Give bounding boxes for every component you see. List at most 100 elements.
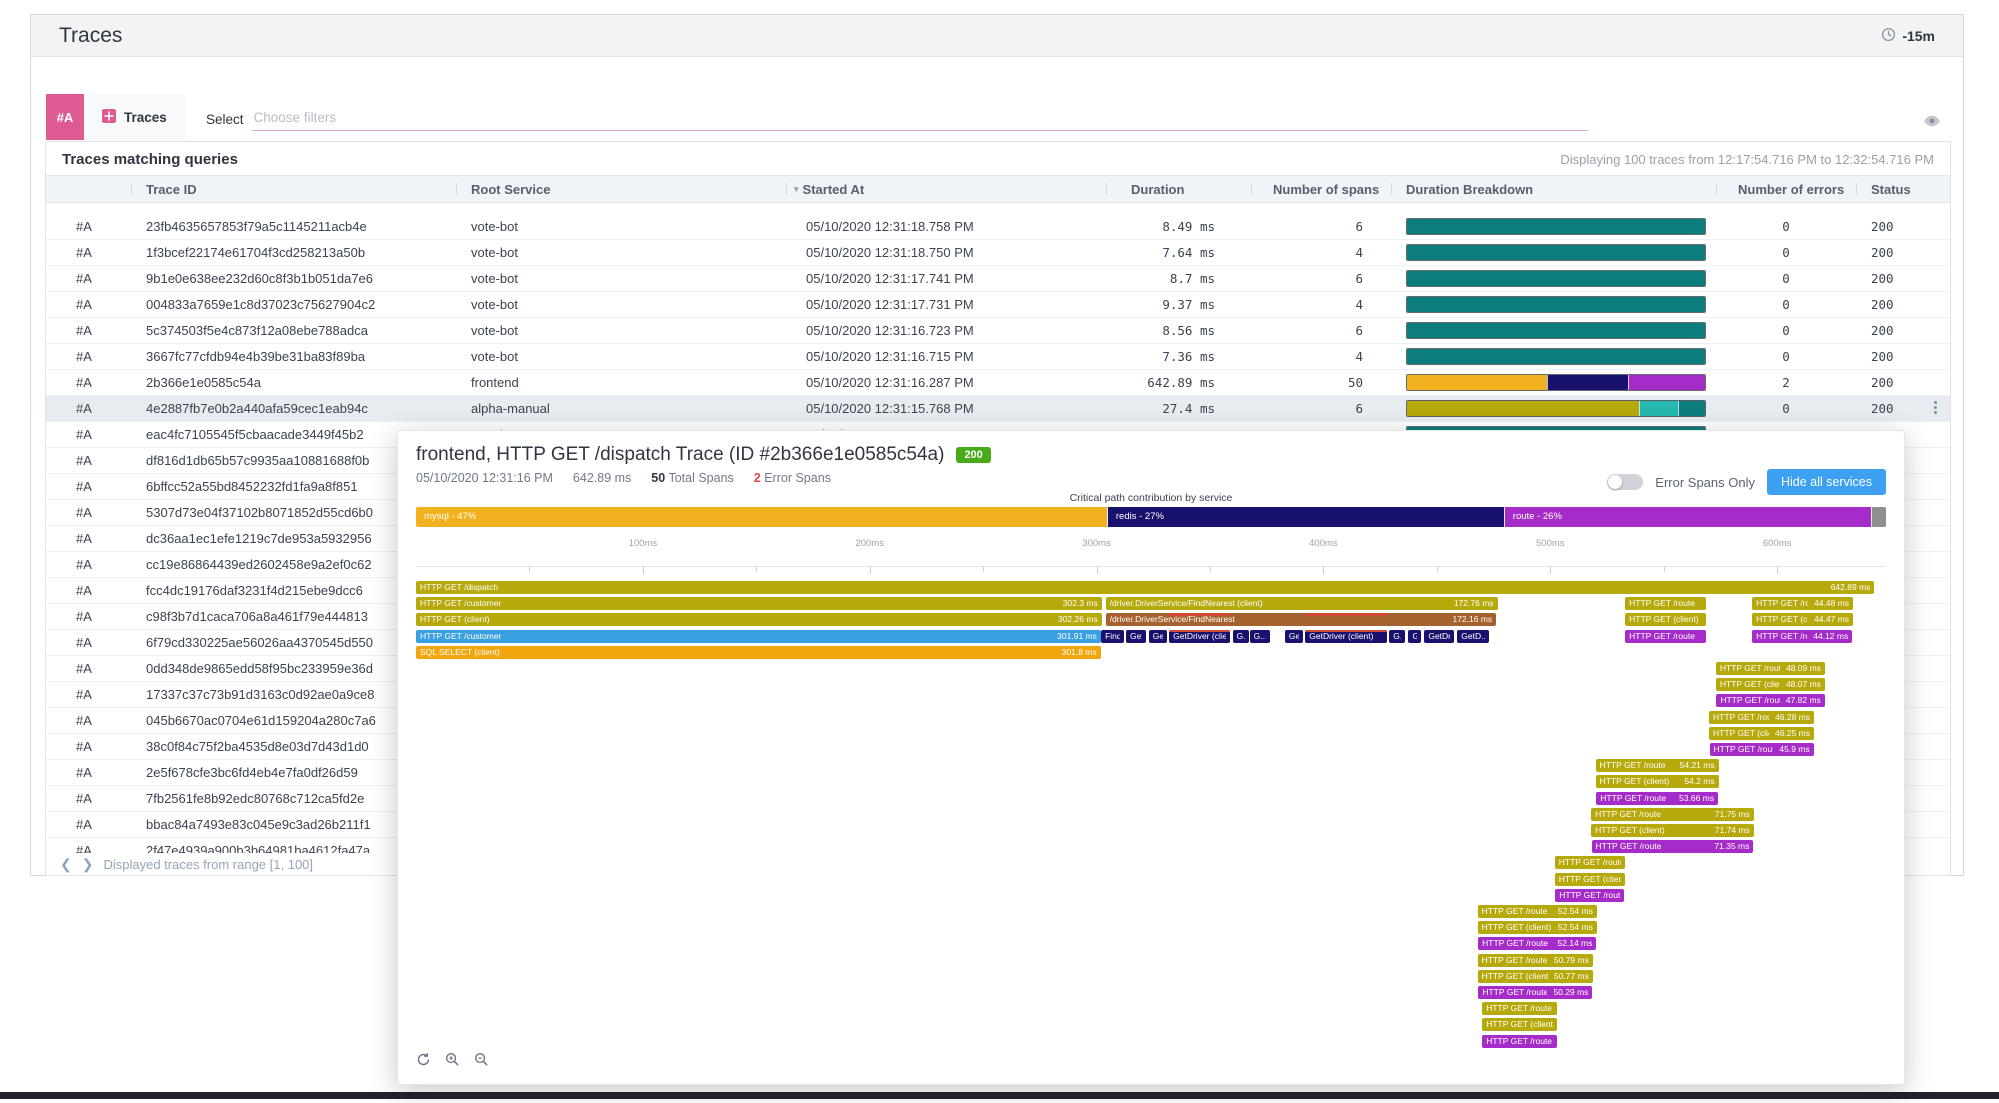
table-row[interactable]: #A3667fc77cfdb94e4b39be31ba83f89bavote-b… — [46, 344, 1950, 370]
root-service-cell: vote-bot — [456, 323, 786, 338]
table-row[interactable]: #A9b1e0e638ee232d60c8f3b1b051da7e6vote-b… — [46, 266, 1950, 292]
trace-span-bar[interactable]: HTTP GET /route44.48 ms — [1752, 597, 1853, 610]
query-badge[interactable]: #A — [46, 94, 84, 140]
trace-span-bar[interactable]: G... — [1408, 630, 1420, 643]
error-spans-toggle[interactable] — [1607, 474, 1643, 490]
prev-page-icon[interactable]: ❮ — [60, 857, 72, 871]
trace-span-bar[interactable]: G... — [1389, 630, 1405, 643]
breakdown-cell — [1391, 374, 1716, 391]
trace-span-bar[interactable]: /driver.DriverService/FindNearest (clien… — [1106, 597, 1498, 610]
trace-span-bar[interactable]: HTTP GET /route46.28 ms — [1709, 711, 1814, 724]
next-page-icon[interactable]: ❯ — [82, 857, 94, 871]
root-service-cell: vote-bot — [456, 297, 786, 312]
page-title: Traces — [59, 24, 122, 48]
breakdown-segment — [1547, 375, 1627, 390]
col-status[interactable]: Status — [1856, 176, 1950, 202]
trace-span-bar[interactable]: HTTP GET (client)46.25 ms — [1709, 727, 1814, 740]
trace-span-bar[interactable]: HTTP GET (client) — [1555, 873, 1625, 886]
timeline-axis: 100ms200ms300ms400ms500ms600ms — [416, 537, 1886, 567]
trace-span-bar[interactable]: HTTP GET /route — [1625, 597, 1706, 610]
clock-icon — [1881, 27, 1896, 45]
table-row[interactable]: #A4e2887fb7e0b2a440afa59cec1eab94calpha-… — [46, 396, 1950, 422]
breakdown-segment — [1678, 401, 1705, 416]
col-duration[interactable]: Duration — [1106, 176, 1251, 202]
trace-span-bar[interactable]: Get... — [1285, 630, 1303, 643]
trace-span-bar[interactable]: HTTP GET /route71.75 ms — [1591, 808, 1754, 821]
trace-span-bar[interactable]: HTTP GET /route53.66 ms — [1596, 792, 1718, 805]
trace-span-bar[interactable]: G... — [1233, 630, 1249, 643]
col-started-at[interactable]: ▾ Started At — [786, 176, 1106, 202]
trace-span-bar[interactable]: HTTP GET (client)71.74 ms — [1591, 824, 1754, 837]
col-spans[interactable]: Number of spans — [1251, 176, 1391, 202]
filters-input[interactable] — [252, 108, 1588, 131]
trace-span-bar[interactable]: HTTP GET (client)302.26 ms — [416, 613, 1102, 626]
trace-span-bar[interactable]: HTTP GET (client)44.47 ms — [1752, 613, 1853, 626]
trace-span-bar[interactable]: Get... — [1149, 630, 1167, 643]
row-menu-kebab-icon[interactable] — [1928, 401, 1942, 414]
trace-span-bar[interactable]: Get... — [1126, 630, 1146, 643]
hide-all-services-button[interactable]: Hide all services — [1767, 469, 1886, 495]
trace-span-bar[interactable]: HTTP GET /customer301.91 ms — [416, 630, 1101, 643]
gantt-row: HTTP GET /route — [416, 856, 1886, 870]
col-root-service[interactable]: Root Service — [456, 176, 786, 202]
trace-span-bar[interactable]: HTTP GET /customer302.3 ms — [416, 597, 1102, 610]
trace-span-bar[interactable]: HTTP GET /route71.35 ms — [1592, 840, 1754, 853]
status-cell: 200 — [1856, 297, 1950, 312]
zoom-out-icon[interactable] — [474, 1052, 489, 1072]
trace-span-bar[interactable]: HTTP GET /route — [1555, 856, 1625, 869]
trace-span-bar[interactable]: GetDriver (client) — [1305, 630, 1387, 643]
duration-cell: 7.36 ms — [1106, 349, 1251, 364]
trace-span-bar[interactable]: GetD... — [1457, 630, 1489, 643]
trace-span-bar[interactable]: HTTP GET /route — [1625, 630, 1706, 643]
trace-span-bar[interactable]: HTTP GET /route52.54 ms — [1478, 905, 1597, 918]
breakdown-cell — [1391, 322, 1716, 339]
table-row[interactable]: #A2b366e1e0585c54afrontend05/10/2020 12:… — [46, 370, 1950, 396]
trace-span-bar[interactable]: HTTP GET /dispatch642.89 ms — [416, 581, 1874, 594]
trace-span-bar[interactable]: HTTP GET /route47.82 ms — [1716, 694, 1824, 707]
trace-span-bar[interactable]: HTTP GET /route — [1555, 889, 1624, 902]
trace-span-bar[interactable]: HTTP GET (client) — [1625, 613, 1706, 626]
trace-span-bar[interactable]: HTTP GET (client)48.07 ms — [1716, 678, 1825, 691]
trace-span-bar[interactable]: GetDriver (client) — [1169, 630, 1230, 643]
col-tag — [46, 176, 131, 202]
time-range-button[interactable]: -15m — [1881, 27, 1935, 45]
row-tag: #A — [46, 583, 131, 598]
gantt-row: HTTP GET (client)302.26 ms/driver.Driver… — [416, 613, 1886, 627]
trace-span-bar[interactable]: HTTP GET /route54.21 ms — [1596, 759, 1719, 772]
eye-icon[interactable] — [1923, 114, 1941, 132]
col-errors[interactable]: Number of errors — [1716, 176, 1856, 202]
table-row[interactable]: #A5c374503f5e4c873f12a08ebe788adcavote-b… — [46, 318, 1950, 344]
trace-span-bar[interactable]: GetDri... — [1424, 630, 1453, 643]
trace-span-bar[interactable]: HTTP GET /route50.79 ms — [1478, 954, 1593, 967]
trace-span-bar[interactable]: Find.. — [1101, 630, 1124, 643]
col-breakdown[interactable]: Duration Breakdown — [1391, 176, 1716, 202]
table-row[interactable]: #A23fb4635657853f79a5c1145211acb4evote-b… — [46, 214, 1950, 240]
errors-cell: 0 — [1716, 349, 1856, 364]
trace-span-bar[interactable]: HTTP GET /route52.14 ms — [1478, 937, 1596, 950]
trace-span-bar[interactable]: G... — [1250, 630, 1270, 643]
trace-span-bar[interactable]: HTTP GET /route45.9 ms — [1710, 743, 1814, 756]
axis-tick — [870, 566, 871, 574]
reset-view-icon[interactable] — [416, 1052, 431, 1072]
col-trace-id[interactable]: Trace ID — [131, 176, 456, 202]
zoom-in-icon[interactable] — [445, 1052, 460, 1072]
trace-span-bar[interactable]: HTTP GET /route48.09 ms — [1716, 662, 1825, 675]
trace-span-bar[interactable]: HTTP GET (client) — [1482, 1018, 1557, 1031]
tab-traces[interactable]: Traces — [84, 94, 185, 140]
trace-span-bar[interactable]: SQL SELECT (client)301.8 ms — [416, 646, 1101, 659]
row-tag: #A — [46, 453, 131, 468]
trace-span-bar[interactable]: /driver.DriverService/FindNearest172.16 … — [1106, 613, 1497, 626]
trace-span-bar[interactable]: HTTP GET /route — [1482, 1035, 1557, 1048]
trace-span-bar[interactable]: HTTP GET /route50.29 ms — [1478, 986, 1592, 999]
gantt-row: HTTP GET (client)71.74 ms — [416, 824, 1886, 838]
trace-span-bar[interactable]: HTTP GET /route — [1482, 1002, 1557, 1015]
trace-span-bar[interactable]: HTTP GET (client)54.2 ms — [1596, 775, 1719, 788]
trace-span-bar[interactable]: HTTP GET /route44.12 ms — [1752, 630, 1852, 643]
breakdown-cell — [1391, 400, 1716, 417]
trace-span-bar[interactable]: HTTP GET (client)50.77 ms — [1478, 970, 1593, 983]
breakdown-segment — [1407, 245, 1705, 260]
trace-span-bar[interactable]: HTTP GET (client)52.54 ms — [1478, 921, 1597, 934]
table-row[interactable]: #A1f3bcef22174e61704f3cd258213a50bvote-b… — [46, 240, 1950, 266]
table-row[interactable]: #A004833a7659e1c8d37023c75627904c2vote-b… — [46, 292, 1950, 318]
duration-breakdown-bar — [1406, 348, 1706, 365]
